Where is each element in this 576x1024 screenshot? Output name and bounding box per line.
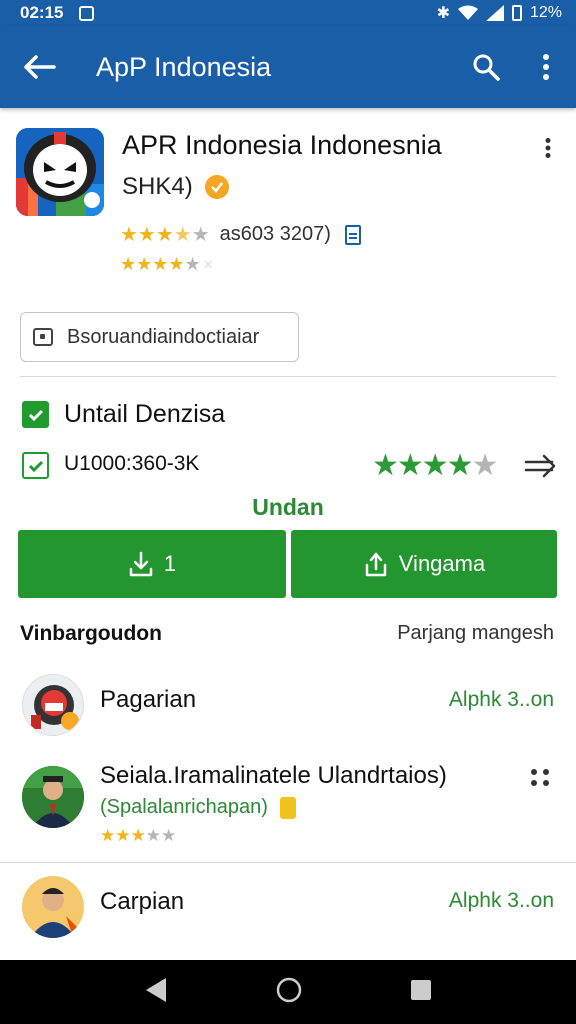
rating-row: ★★★★★ as603 3207): [120, 222, 361, 247]
signal-icon: [485, 5, 504, 21]
secondary-rating-stars: ★★★★ ★ ✕: [120, 254, 214, 274]
category-chip-label: Bsoruandiaindoctiaiar: [67, 325, 260, 348]
list-item-title[interactable]: Seiala.Iramalinatele Ulandrtaios): [100, 762, 447, 790]
download-button[interactable]: 1: [18, 530, 286, 598]
status-icons: ✱ 12%: [437, 3, 562, 23]
section-more-link[interactable]: Parjang mangesh: [397, 622, 554, 645]
arrow-back-icon: [24, 55, 56, 79]
share-button-label: Vingama: [398, 551, 486, 576]
app-overflow-button[interactable]: [534, 136, 562, 160]
checkbox-outline-icon[interactable]: [22, 452, 49, 479]
rating-stars: ★★★★★: [120, 224, 210, 246]
more-vert-icon: [543, 54, 549, 80]
nav-recents-icon: [411, 979, 432, 1000]
rating-count: as603 3207): [219, 223, 331, 245]
avatar: [22, 766, 84, 828]
section-title: Vinbargoudon: [20, 622, 162, 645]
nav-home-icon: [276, 977, 302, 1002]
bluetooth-icon: ✱: [436, 5, 450, 22]
system-nav-bar: [0, 960, 576, 1024]
wifi-icon: [457, 5, 478, 20]
detail-item-value: U1000:360-3K: [64, 452, 200, 475]
drag-handle-button[interactable]: [528, 768, 554, 788]
list-item-action[interactable]: Alphk 3..on: [449, 688, 554, 712]
list-item-rating-stars: ★★★★★: [100, 826, 177, 845]
checkbox-checked-icon[interactable]: [22, 401, 49, 428]
install-label: Undan: [252, 494, 324, 520]
share-button[interactable]: Vingama: [291, 530, 557, 598]
divider: [20, 376, 556, 377]
coupon-icon: [279, 796, 296, 819]
status-bar: 02:15 ✱ 12%: [0, 0, 576, 26]
battery-percent: 12%: [529, 4, 562, 21]
download-button-label: 1: [163, 551, 177, 576]
app-bar: ApP Indonesia: [0, 26, 576, 108]
nav-home-button[interactable]: [275, 976, 303, 1009]
status-time: 02:15: [20, 3, 64, 22]
list-item-subtitle: (Spalalanrichapan): [100, 796, 268, 818]
divider: [0, 862, 576, 863]
more-vert-icon: [545, 138, 551, 158]
detail-rating-stars: ★★★★ ★: [372, 449, 498, 482]
app-bar-title: ApP Indonesia: [96, 51, 272, 82]
share-icon: [365, 552, 387, 577]
verified-badge-icon: [204, 175, 229, 199]
list-item-title[interactable]: Carpian: [100, 888, 184, 916]
search-icon: [473, 54, 500, 81]
list-item-subtitle-row: (Spalalanrichapan): [100, 796, 296, 819]
download-icon: [129, 551, 153, 577]
developer-row: SHK4): [122, 173, 229, 201]
forward-arrow-button[interactable]: [522, 452, 558, 480]
developer-name[interactable]: SHK4): [122, 173, 193, 201]
detail-item-label: Untail Denzisa: [64, 400, 226, 428]
nav-back-icon: [145, 977, 166, 1002]
drag-handle-icon: [531, 769, 549, 786]
category-chip[interactable]: Bsoruandiaindoctiaiar: [20, 312, 299, 362]
app-icon: [16, 128, 104, 216]
nav-recents-button[interactable]: [410, 979, 432, 1006]
list-item-action[interactable]: Alphk 3..on: [449, 889, 554, 913]
avatar: [22, 876, 84, 938]
arrow-forward-icon: [524, 454, 556, 478]
search-button[interactable]: [456, 26, 516, 108]
nav-back-button[interactable]: [144, 977, 168, 1008]
avatar: [22, 674, 84, 736]
back-button[interactable]: [0, 26, 80, 108]
list-item-title[interactable]: Pagarian: [100, 686, 196, 714]
battery-icon: [511, 5, 522, 21]
app-name: APR Indonesia Indonesnia: [122, 130, 442, 160]
notification-icon: [79, 5, 95, 21]
lock-icon: [33, 328, 53, 346]
document-icon: [344, 224, 361, 245]
overflow-menu-button[interactable]: [516, 26, 576, 108]
